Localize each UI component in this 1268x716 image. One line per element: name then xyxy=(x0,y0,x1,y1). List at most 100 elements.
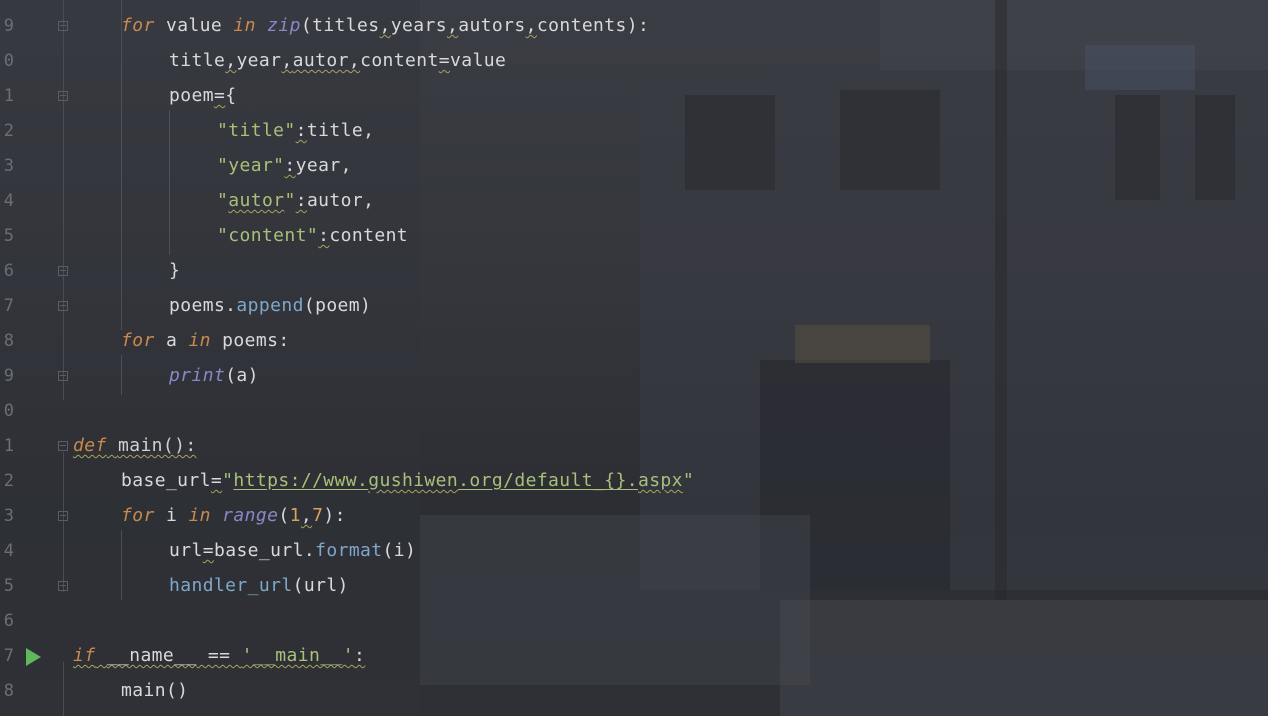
line-number: 2 xyxy=(3,121,14,141)
code-line[interactable]: "autor":autor, xyxy=(217,189,374,213)
line-number: 0 xyxy=(3,51,14,71)
fold-toggle-icon[interactable] xyxy=(58,441,68,451)
code-line[interactable]: def main(): xyxy=(73,434,197,458)
brace: { xyxy=(225,85,237,106)
line-number: 8 xyxy=(3,331,14,351)
colon: : xyxy=(284,155,296,176)
string-literal: '__main__' xyxy=(241,645,354,666)
code-line[interactable]: print(a) xyxy=(169,364,259,388)
run-icon[interactable] xyxy=(26,648,41,666)
url-link[interactable]: https://www. xyxy=(233,470,368,491)
code-line[interactable]: for i in range(1,7): xyxy=(121,504,346,528)
keyword-for: for xyxy=(121,505,155,526)
colon: : xyxy=(353,645,366,666)
keyword-in: in xyxy=(188,505,211,526)
line-number: 5 xyxy=(3,576,14,596)
fold-toggle-icon[interactable] xyxy=(58,266,68,276)
line-number: 3 xyxy=(3,506,14,526)
indent-guide xyxy=(121,355,122,395)
code-editor[interactable]: 9 0 1 2 3 4 5 6 7 8 9 0 1 2 3 4 5 6 7 8 … xyxy=(0,0,1268,716)
code-line[interactable]: "year":year, xyxy=(217,154,352,178)
fold-toggle-icon[interactable] xyxy=(58,581,68,591)
number-literal: 7 xyxy=(312,505,324,526)
code-line[interactable]: handler_url(url) xyxy=(169,574,349,598)
code-line[interactable]: title,year,autor,content=value xyxy=(169,49,506,73)
code-line[interactable]: "title":title, xyxy=(217,119,374,143)
background-image xyxy=(420,515,810,685)
colon: : xyxy=(318,225,330,246)
comma: , xyxy=(379,15,391,36)
background-image xyxy=(1115,95,1160,200)
code-line[interactable]: } xyxy=(169,259,180,283)
identifier: poems. xyxy=(169,295,237,316)
comma: , xyxy=(225,50,237,71)
background-image xyxy=(780,600,1268,716)
fold-toggle-icon[interactable] xyxy=(58,371,68,381)
code-line[interactable]: "content":content xyxy=(217,224,408,248)
identifier: years xyxy=(390,15,447,36)
string-literal: " xyxy=(682,470,695,491)
identifier: autor, xyxy=(306,190,375,211)
code-line[interactable]: base_url="https://www.gushiwen.org/defau… xyxy=(121,469,694,493)
line-number: 4 xyxy=(3,191,14,211)
function-name: main(): xyxy=(117,435,197,456)
builtin-print: print xyxy=(169,365,226,386)
fold-toggle-icon[interactable] xyxy=(58,511,68,521)
method-name: append xyxy=(236,295,304,316)
line-number: 2 xyxy=(3,471,14,491)
background-image xyxy=(1195,95,1235,200)
line-number: 7 xyxy=(3,646,14,666)
code-line[interactable]: if __name__ == '__main__': xyxy=(73,644,365,668)
keyword-in: in xyxy=(233,15,256,36)
identifier: (poem) xyxy=(303,295,372,316)
fold-toggle-icon[interactable] xyxy=(58,21,68,31)
background-image xyxy=(795,325,930,363)
comma: , xyxy=(281,50,293,71)
fold-guide xyxy=(63,662,64,716)
fold-toggle-icon[interactable] xyxy=(58,301,68,311)
identifier: title, xyxy=(306,120,375,141)
background-image xyxy=(685,95,775,190)
code-line[interactable]: for value in zip(titles,years,autors,con… xyxy=(121,14,649,38)
line-number: 6 xyxy=(3,611,14,631)
identifier: poems: xyxy=(210,330,290,351)
background-image xyxy=(880,0,1268,70)
fold-toggle-icon[interactable] xyxy=(58,91,68,101)
url-link[interactable]: aspx xyxy=(638,470,683,491)
code-line[interactable]: poems.append(poem) xyxy=(169,294,371,318)
line-number: 7 xyxy=(3,296,14,316)
colon: : xyxy=(295,120,307,141)
identifier: i xyxy=(154,505,189,526)
fold-guide xyxy=(63,452,64,592)
builtin-zip: zip xyxy=(267,15,301,36)
colon: : xyxy=(295,190,307,211)
brace: } xyxy=(169,260,181,281)
url-link[interactable]: gushiwen xyxy=(368,470,458,491)
string-literal: " xyxy=(284,190,296,211)
indent-guide xyxy=(121,0,122,330)
line-number: 3 xyxy=(3,156,14,176)
identifier: year xyxy=(236,50,282,71)
keyword-for: for xyxy=(121,330,155,351)
comma: , xyxy=(446,15,459,36)
string-literal: "title" xyxy=(217,120,296,141)
line-number: 1 xyxy=(3,86,14,106)
comma: , xyxy=(300,505,313,526)
operator: = xyxy=(202,540,214,561)
function-call: handler_url xyxy=(169,575,293,596)
identifier: year, xyxy=(295,155,352,176)
paren: ): xyxy=(323,505,346,526)
code-line[interactable]: url=base_url.format(i) xyxy=(169,539,416,563)
code-line[interactable]: for a in poems: xyxy=(121,329,290,353)
method-name: format xyxy=(315,540,383,561)
background-image xyxy=(840,90,940,190)
operator: = xyxy=(438,50,450,71)
line-number: 8 xyxy=(3,681,14,701)
code-line[interactable]: poem={ xyxy=(169,84,236,108)
comma: , xyxy=(348,50,361,71)
identifier: __name__ xyxy=(106,645,197,666)
code-line[interactable]: main() xyxy=(121,679,188,703)
identifier: url xyxy=(169,540,203,561)
url-link[interactable]: .org/default_{}. xyxy=(458,470,638,491)
